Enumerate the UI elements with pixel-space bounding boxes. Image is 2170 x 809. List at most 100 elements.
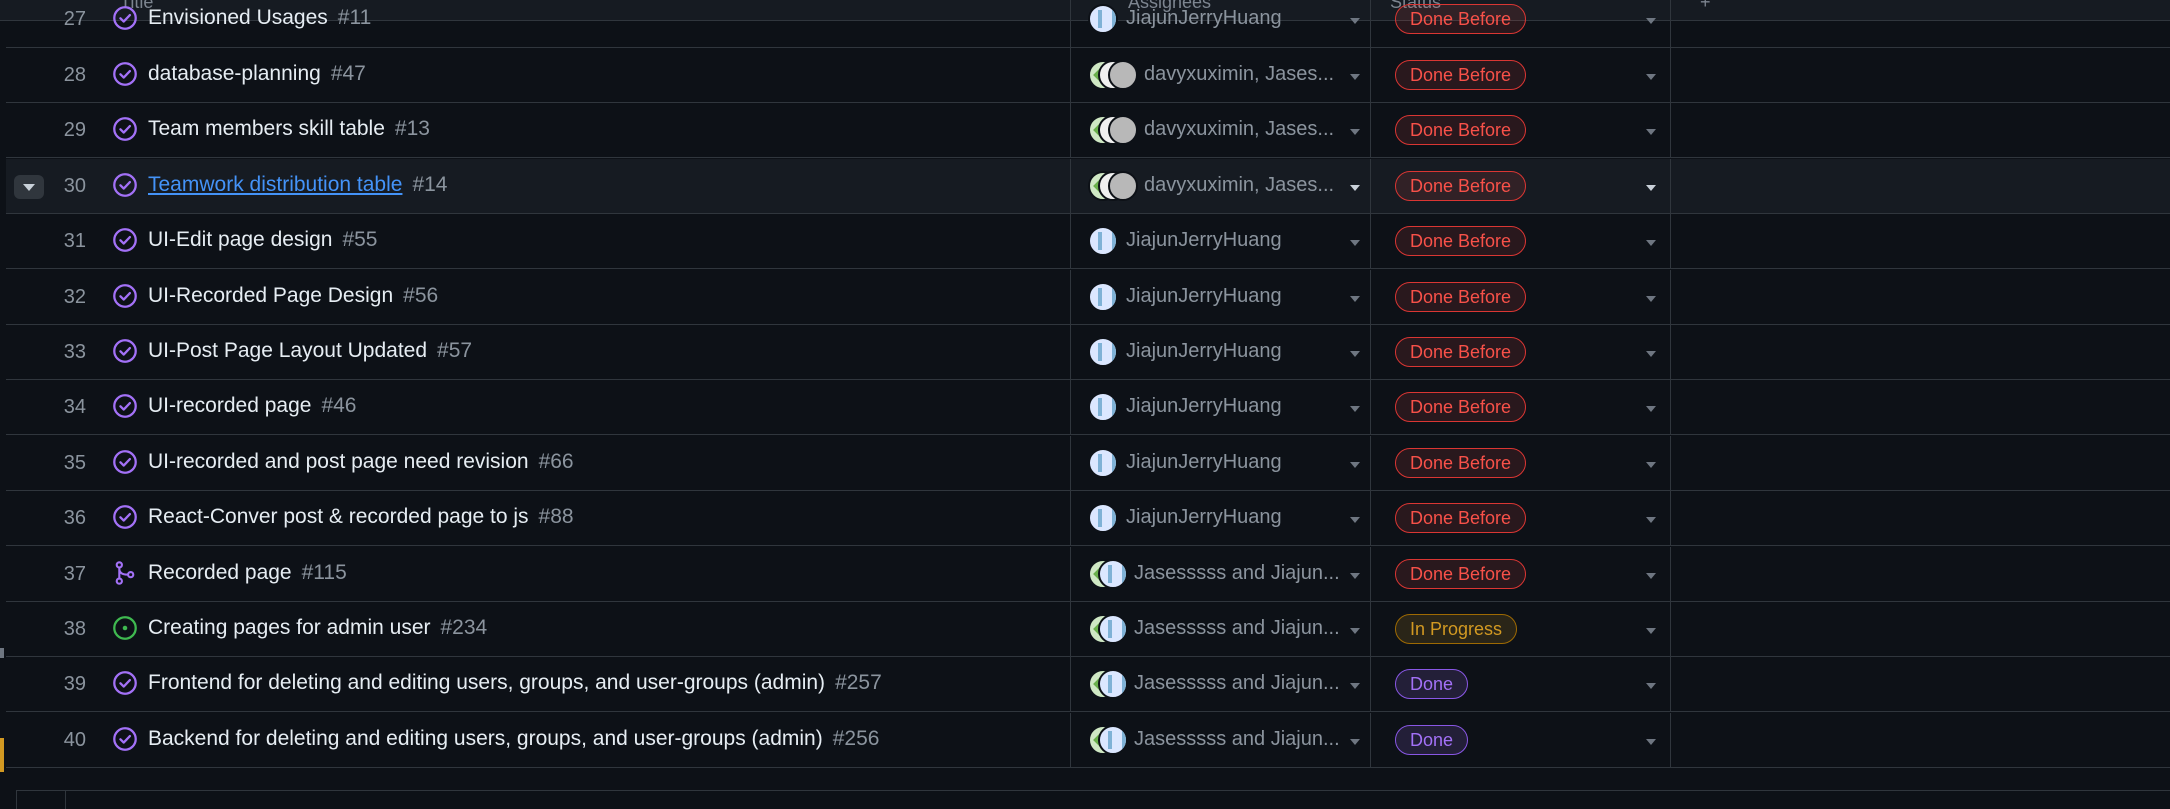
- chevron-down-icon[interactable]: [1646, 351, 1656, 357]
- status-badge[interactable]: Done Before: [1395, 337, 1527, 367]
- assignees-cell[interactable]: JiajunJerryHuang: [1088, 281, 1368, 312]
- chevron-down-icon[interactable]: [1350, 18, 1360, 24]
- item-title-link[interactable]: React-Conver post & recorded page to js: [148, 505, 529, 528]
- table-row[interactable]: 31 UI-Edit page design #55 JiajunJerryHuang…: [6, 214, 2170, 270]
- status-badge[interactable]: Done Before: [1395, 170, 1527, 201]
- item-title[interactable]: UI-Edit page design #55: [148, 228, 378, 252]
- item-title[interactable]: Recorded page #115: [148, 561, 347, 585]
- table-row[interactable]: 33 UI-Post Page Layout Updated #57 JiajunJe…: [6, 325, 2170, 380]
- status-badge[interactable]: Done Before: [1395, 226, 1527, 257]
- assignees-cell[interactable]: JiajunJerryHuang: [1088, 226, 1368, 257]
- status-badge[interactable]: Done: [1395, 724, 1469, 755]
- assignees-cell[interactable]: JiajunJerryHuang: [1088, 503, 1368, 534]
- table-row[interactable]: 40 Backend for deleting and editing users…: [6, 712, 2170, 768]
- item-title[interactable]: Creating pages for admin user #234: [148, 616, 487, 640]
- item-title-link[interactable]: UI-recorded page: [148, 394, 311, 417]
- chevron-down-icon[interactable]: [1646, 184, 1656, 191]
- table-row[interactable]: 37 Recorded page #115 Jasesssss and Jiajun.…: [6, 546, 2170, 602]
- assignees-cell[interactable]: JiajunJerryHuang: [1088, 392, 1368, 423]
- chevron-down-icon[interactable]: [1646, 406, 1656, 413]
- item-title[interactable]: UI-recorded and post page need revision #…: [148, 450, 574, 474]
- item-title-link[interactable]: Creating pages for admin user: [148, 616, 431, 639]
- chevron-down-icon[interactable]: [1646, 129, 1656, 136]
- item-title-link[interactable]: UI-recorded and post page need revision: [148, 450, 529, 473]
- item-title[interactable]: Envisioned Usages #11: [148, 6, 371, 30]
- item-title[interactable]: Team members skill table #13: [148, 117, 430, 141]
- item-title[interactable]: React-Conver post & recorded page to js #…: [148, 505, 574, 529]
- assignees-cell[interactable]: Jasesssss and Jiajun...: [1088, 614, 1368, 644]
- assignees-cell[interactable]: davyxuximin, Jases...: [1088, 115, 1368, 146]
- assignees-cell[interactable]: JiajunJerryHuang: [1088, 4, 1368, 34]
- status-badge[interactable]: Done Before: [1395, 60, 1527, 90]
- assignees-cell[interactable]: JiajunJerryHuang: [1088, 337, 1368, 367]
- item-title[interactable]: Teamwork distribution table #14: [148, 173, 448, 197]
- table-row[interactable]: 32 UI-Recorded Page Design #56 JiajunJerryH…: [6, 269, 2170, 325]
- item-title[interactable]: UI-Post Page Layout Updated #57: [148, 339, 472, 363]
- item-title-link[interactable]: Backend for deleting and editing users, …: [148, 727, 823, 750]
- assignees-cell[interactable]: davyxuximin, Jases...: [1088, 60, 1368, 90]
- table-row[interactable]: 34 UI-recorded page #46 JiajunJerryHuang Don…: [6, 380, 2170, 436]
- table-row[interactable]: 28 database-planning #47 davyxuximin, Jases…: [6, 48, 2170, 103]
- chevron-down-icon[interactable]: [1350, 517, 1360, 524]
- status-badge[interactable]: Done Before: [1395, 503, 1527, 534]
- chevron-down-icon[interactable]: [1646, 240, 1656, 247]
- item-title-link[interactable]: Envisioned Usages: [148, 6, 328, 29]
- assignees-cell[interactable]: JiajunJerryHuang: [1088, 447, 1368, 478]
- status-badge[interactable]: Done Before: [1395, 115, 1527, 146]
- status-badge[interactable]: Done Before: [1395, 447, 1527, 478]
- assignees-cell[interactable]: Jasesssss and Jiajun...: [1088, 724, 1368, 755]
- assignees-cell[interactable]: davyxuximin, Jases...: [1088, 170, 1368, 201]
- chevron-down-icon[interactable]: [1646, 295, 1656, 302]
- status-badge[interactable]: Done Before: [1395, 558, 1527, 589]
- item-title-link[interactable]: Team members skill table: [148, 117, 385, 140]
- chevron-down-icon[interactable]: [1350, 129, 1360, 136]
- table-row[interactable]: 30 Teamwork distribution table #14 davyxuxi…: [6, 158, 2170, 214]
- chevron-down-icon[interactable]: [1350, 461, 1360, 468]
- column-divider: [1670, 158, 1671, 213]
- table-row[interactable]: 27 Envisioned Usages #11 JiajunJerryHuang Do…: [6, 0, 2170, 48]
- chevron-down-icon[interactable]: [1646, 738, 1656, 745]
- chevron-down-icon[interactable]: [1350, 406, 1360, 413]
- assignees-cell[interactable]: Jasesssss and Jiajun...: [1088, 669, 1368, 700]
- chevron-down-icon[interactable]: [1350, 738, 1360, 745]
- status-badge[interactable]: Done Before: [1395, 392, 1527, 423]
- assignees-cell[interactable]: Jasesssss and Jiajun...: [1088, 558, 1368, 589]
- item-title[interactable]: Backend for deleting and editing users, …: [148, 727, 879, 751]
- item-title-link[interactable]: UI-Post Page Layout Updated: [148, 339, 427, 362]
- chevron-down-icon[interactable]: [1646, 461, 1656, 468]
- table-row[interactable]: 35 UI-recorded and post page need revisio…: [6, 435, 2170, 491]
- chevron-down-icon[interactable]: [1350, 240, 1360, 247]
- chevron-down-icon[interactable]: [1646, 572, 1656, 579]
- add-item-footer[interactable]: [16, 790, 2170, 809]
- chevron-down-icon[interactable]: [1350, 628, 1360, 634]
- status-badge[interactable]: Done Before: [1395, 4, 1527, 34]
- chevron-down-icon[interactable]: [1350, 295, 1360, 302]
- chevron-down-icon[interactable]: [1646, 628, 1656, 634]
- item-title-link[interactable]: Frontend for deleting and editing users,…: [148, 671, 825, 694]
- table-row[interactable]: 29 Team members skill table #13 davyxuximin…: [6, 103, 2170, 159]
- chevron-down-icon[interactable]: [1646, 683, 1656, 690]
- status-badge[interactable]: Done: [1395, 669, 1469, 700]
- item-title[interactable]: UI-Recorded Page Design #56: [148, 284, 438, 308]
- table-row[interactable]: 39 Frontend for deleting and editing user…: [6, 657, 2170, 713]
- table-row[interactable]: 38 Creating pages for admin user #234 Jases…: [6, 602, 2170, 657]
- chevron-down-icon[interactable]: [1350, 683, 1360, 690]
- status-badge[interactable]: Done Before: [1395, 281, 1527, 312]
- table-row[interactable]: 36 React-Conver post & recorded page to j…: [6, 491, 2170, 547]
- chevron-down-icon[interactable]: [1350, 74, 1360, 80]
- chevron-down-icon[interactable]: [1646, 18, 1656, 24]
- item-title-link[interactable]: Recorded page: [148, 561, 292, 584]
- item-title-link[interactable]: UI-Edit page design: [148, 228, 332, 251]
- item-title[interactable]: database-planning #47: [148, 62, 366, 86]
- chevron-down-icon[interactable]: [1646, 74, 1656, 80]
- item-title-link[interactable]: database-planning: [148, 62, 321, 85]
- item-title[interactable]: UI-recorded page #46: [148, 394, 356, 418]
- item-title-link[interactable]: UI-Recorded Page Design: [148, 284, 393, 307]
- status-badge[interactable]: In Progress: [1395, 614, 1518, 644]
- chevron-down-icon[interactable]: [1350, 351, 1360, 357]
- chevron-down-icon[interactable]: [1350, 184, 1360, 191]
- item-title-link[interactable]: Teamwork distribution table: [148, 173, 402, 196]
- chevron-down-icon[interactable]: [1646, 517, 1656, 524]
- chevron-down-icon[interactable]: [1350, 572, 1360, 579]
- item-title[interactable]: Frontend for deleting and editing users,…: [148, 671, 882, 695]
